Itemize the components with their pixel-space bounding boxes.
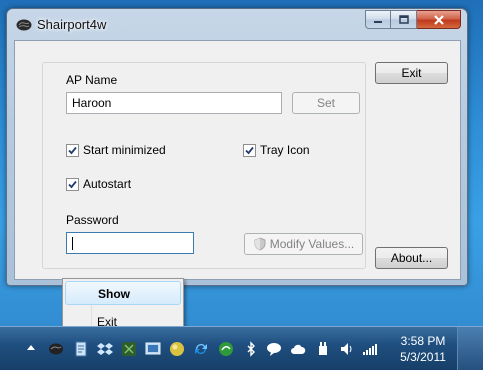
notes-icon[interactable] [73,341,89,357]
autostart-checkbox[interactable] [66,178,79,191]
power-icon[interactable] [315,341,331,357]
cloud-icon[interactable] [290,341,306,357]
ball-icon[interactable] [169,341,185,357]
ap-name-label: AP Name [66,73,118,87]
autostart-label: Autostart [83,177,132,191]
show-hidden-icons-button[interactable] [27,345,35,350]
password-label: Password [66,213,119,227]
menu-item-show[interactable]: Show [65,281,181,305]
shield-icon [254,237,266,251]
settings-group: AP Name Haroon Set Start minimized Tray … [42,62,366,269]
exit-button[interactable]: Exit [375,62,448,84]
ap-name-input[interactable]: Haroon [66,92,282,114]
start-minimized-label: Start minimized [83,143,166,157]
clock-date[interactable]: 5/3/2011 [395,350,451,364]
caption-buttons [365,10,461,29]
volume-icon[interactable] [339,341,355,357]
show-desktop-button[interactable] [457,327,483,370]
check-icon [68,146,77,155]
menu-item-label: Show [98,287,130,301]
clock-time[interactable]: 3:58 PM [398,334,448,348]
green-status-icon[interactable] [218,341,234,357]
dropbox-icon[interactable] [97,341,113,357]
maximize-button[interactable] [391,10,417,29]
window-client-area: AP Name Haroon Set Start minimized Tray … [14,40,461,280]
text-caret [72,237,73,251]
bluetooth-icon[interactable] [243,341,259,357]
minimize-icon [374,20,382,23]
minimize-button[interactable] [365,10,391,29]
check-icon [68,180,77,189]
title-bar[interactable]: Shairport4w [7,9,467,39]
shairport-app-icon [16,19,32,31]
taskbar: 3:58 PM 5/3/2011 [0,326,483,370]
modify-values-label: Modify Values... [269,237,355,251]
password-input[interactable] [66,232,194,254]
tray-icon-label: Tray Icon [260,143,310,157]
about-button[interactable]: About... [375,247,448,269]
display-icon[interactable] [145,341,161,357]
set-button[interactable]: Set [292,92,360,114]
sync-icon[interactable] [193,341,209,357]
app-window: Shairport4w AP Name Haroon Set Start min… [6,8,468,286]
close-icon [433,14,444,25]
evernote-icon[interactable] [121,341,137,357]
check-icon [245,146,254,155]
close-button[interactable] [417,10,461,29]
tray-icon-checkbox[interactable] [243,144,256,157]
modify-values-button[interactable]: Modify Values... [244,233,363,255]
window-title: Shairport4w [37,17,107,32]
chat-icon[interactable] [266,341,282,357]
shairport-icon[interactable] [48,341,64,357]
maximize-icon [398,15,409,24]
start-minimized-checkbox[interactable] [66,144,79,157]
signal-icon[interactable] [362,341,378,357]
